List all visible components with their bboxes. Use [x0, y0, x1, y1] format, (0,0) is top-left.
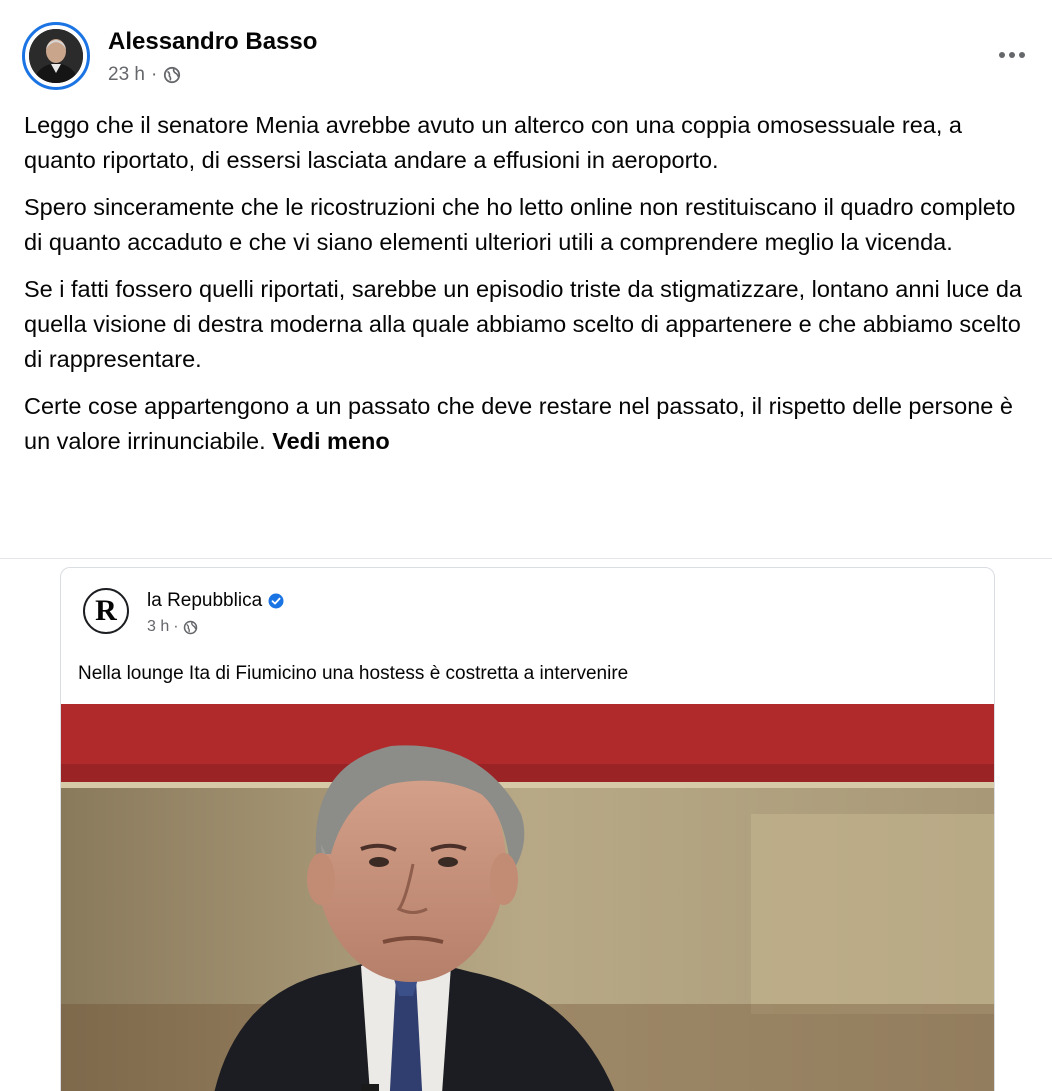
- author-name[interactable]: Alessandro Basso: [108, 28, 317, 56]
- shared-post-text: Nella lounge Ita di Fiumicino una hostes…: [78, 663, 629, 684]
- shared-page-name[interactable]: la Repubblica: [147, 590, 262, 612]
- author-avatar[interactable]: [22, 22, 90, 90]
- globe-icon: [183, 620, 197, 634]
- post-paragraph: Leggo che il senatore Menia avrebbe avut…: [24, 112, 963, 173]
- globe-icon[interactable]: [163, 66, 181, 84]
- facebook-post: Alessandro Basso 23 h · Leggo che il sen…: [0, 0, 1052, 1091]
- shared-page-header: la Repubblica: [147, 590, 284, 612]
- post-body: Leggo che il senatore Menia avrebbe avut…: [24, 108, 1029, 471]
- meta-separator: ·: [150, 64, 158, 85]
- shared-post-meta: 3 h ·: [147, 618, 198, 636]
- see-less-link[interactable]: Vedi meno: [272, 428, 390, 454]
- post-timestamp[interactable]: 23 h: [108, 64, 145, 86]
- meta-separator: ·: [173, 618, 179, 635]
- post-header: Alessandro Basso 23 h ·: [22, 22, 1032, 92]
- post-paragraph-text: Certe cose appartengono a un passato che…: [24, 393, 1013, 454]
- post-paragraph: Se i fatti fossero quelli riportati, sar…: [24, 276, 1023, 372]
- post-paragraph-last: Certe cose appartengono a un passato che…: [24, 389, 1029, 459]
- post-paragraph: Spero sinceramente che le ricostruzioni …: [24, 194, 1016, 255]
- author-photo: [29, 29, 83, 83]
- post-meta: 23 h ·: [108, 64, 181, 86]
- more-options-icon[interactable]: [992, 40, 1032, 70]
- page-logo[interactable]: R: [83, 588, 129, 634]
- verified-badge-icon: [268, 593, 284, 609]
- shared-post-photo[interactable]: [61, 704, 994, 1091]
- divider: [0, 558, 1052, 559]
- shared-post-timestamp[interactable]: 3 h: [147, 618, 169, 636]
- shared-post-card[interactable]: R la Repubblica 3 h · Nella lounge Ita d…: [60, 567, 995, 1091]
